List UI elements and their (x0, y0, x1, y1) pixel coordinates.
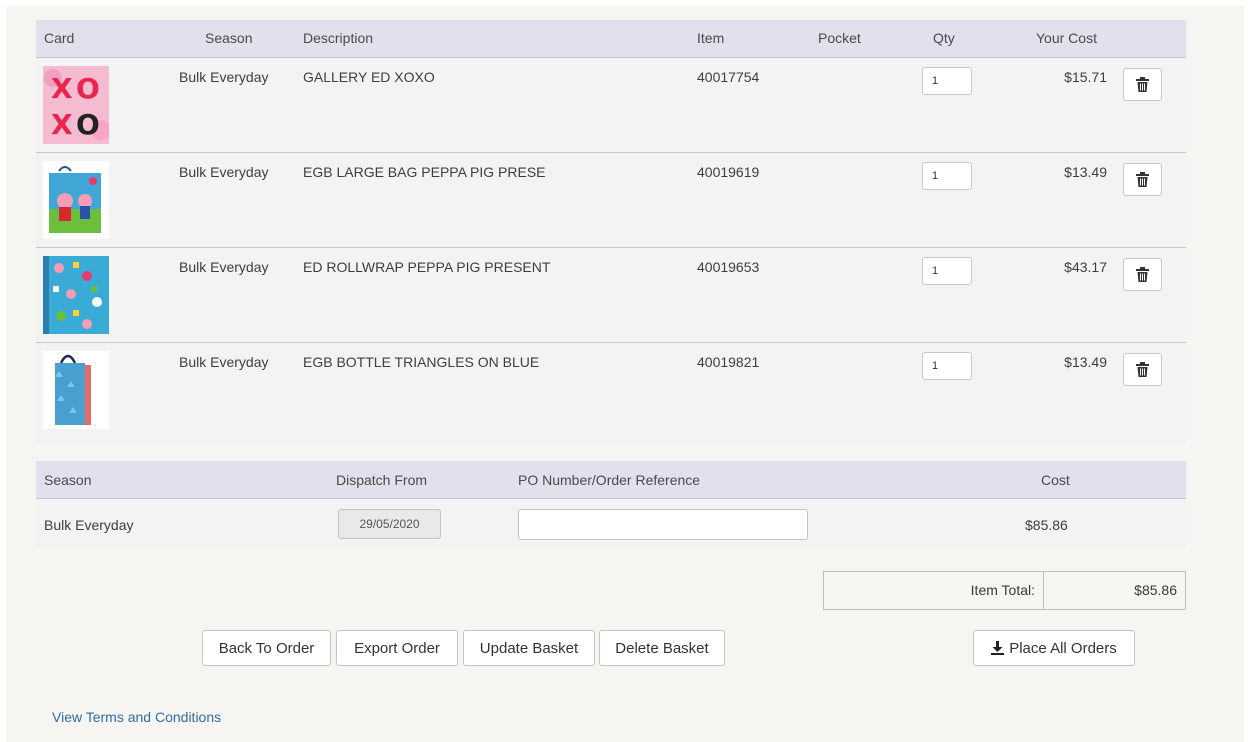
table-row: Bulk Everyday ED ROLLWRAP PEPPA PIG PRES… (36, 248, 1186, 343)
season-table: Season Dispatch From PO Number/Order Ref… (36, 461, 1186, 549)
row-season: Bulk Everyday (179, 69, 269, 85)
trash-icon (1136, 362, 1149, 377)
row-description: EGB LARGE BAG PEPPA PIG PRESE (303, 164, 546, 180)
item-total-box: Item Total: $85.86 (823, 571, 1186, 610)
delete-basket-button[interactable]: Delete Basket (599, 630, 725, 666)
svg-text:X: X (51, 108, 73, 141)
delete-row-button[interactable] (1123, 258, 1162, 291)
svg-text:X: X (51, 72, 73, 105)
delete-row-button[interactable] (1123, 68, 1162, 101)
svg-text:O: O (76, 72, 100, 105)
header-pocket: Pocket (818, 30, 861, 46)
page: Card Season Description Item Pocket Qty … (6, 6, 1244, 742)
row-item: 40019653 (697, 259, 760, 275)
season-cost: $85.86 (1025, 517, 1068, 533)
table-row: X O X O Bulk Everyday GALLERY ED XOXO 40… (36, 58, 1186, 153)
qty-input[interactable] (922, 257, 972, 285)
dispatch-date-field: 29/05/2020 (338, 509, 441, 539)
trash-icon (1136, 267, 1149, 282)
item-total-value: $85.86 (1134, 582, 1177, 598)
header-po-number: PO Number/Order Reference (518, 472, 701, 488)
row-season: Bulk Everyday (179, 259, 269, 275)
place-all-orders-label: Place All Orders (1009, 639, 1117, 657)
header-card: Card (44, 30, 75, 46)
row-item: 40017754 (697, 69, 760, 85)
row-description: EGB BOTTLE TRIANGLES ON BLUE (303, 354, 540, 370)
peppa-bag-icon (43, 161, 109, 239)
qty-input[interactable] (922, 67, 972, 95)
row-description: GALLERY ED XOXO (303, 69, 435, 85)
basket-table-header: Card Season Description Item Pocket Qty … (36, 20, 1186, 58)
row-season: Bulk Everyday (179, 164, 269, 180)
header-qty: Qty (933, 30, 955, 46)
row-cost: $13.49 (1064, 164, 1107, 180)
row-item: 40019821 (697, 354, 760, 370)
back-to-order-button[interactable]: Back To Order (202, 630, 331, 666)
row-cost: $15.71 (1064, 69, 1107, 85)
basket-table: Card Season Description Item Pocket Qty … (36, 20, 1186, 445)
header-item: Item (697, 30, 725, 46)
table-row: Bulk Everyday EGB BOTTLE TRIANGLES ON BL… (36, 343, 1186, 445)
svg-text:O: O (76, 108, 100, 141)
update-basket-button[interactable]: Update Basket (463, 630, 595, 666)
peppa-wrap-icon (43, 256, 109, 334)
header-dispatch-from: Dispatch From (336, 472, 428, 488)
row-season: Bulk Everyday (179, 354, 269, 370)
item-total-label: Item Total: (824, 572, 1044, 609)
header-season: Season (205, 30, 253, 46)
header-description: Description (303, 30, 374, 46)
delete-row-button[interactable] (1123, 163, 1162, 196)
table-row: Bulk Everyday EGB LARGE BAG PEPPA PIG PR… (36, 153, 1186, 248)
delete-row-button[interactable] (1123, 353, 1162, 386)
header-season: Season (44, 472, 92, 488)
bottle-bag-icon (43, 351, 109, 429)
row-item: 40019619 (697, 164, 760, 180)
row-cost: $43.17 (1064, 259, 1107, 275)
place-all-orders-button[interactable]: Place All Orders (973, 630, 1135, 666)
season-table-header: Season Dispatch From PO Number/Order Ref… (36, 461, 1186, 499)
export-order-button[interactable]: Export Order (336, 630, 458, 666)
download-icon (991, 641, 1005, 655)
po-number-input[interactable] (518, 509, 808, 540)
xoxo-card-icon: X O X O (43, 66, 109, 144)
terms-link[interactable]: View Terms and Conditions (52, 709, 221, 725)
season-name: Bulk Everyday (44, 517, 134, 533)
row-cost: $13.49 (1064, 354, 1107, 370)
trash-icon (1136, 77, 1149, 92)
header-cost: Cost (1041, 472, 1070, 488)
trash-icon (1136, 172, 1149, 187)
qty-input[interactable] (922, 352, 972, 380)
qty-input[interactable] (922, 162, 972, 190)
row-description: ED ROLLWRAP PEPPA PIG PRESENT (303, 259, 551, 275)
header-your-cost: Your Cost (1036, 30, 1097, 46)
